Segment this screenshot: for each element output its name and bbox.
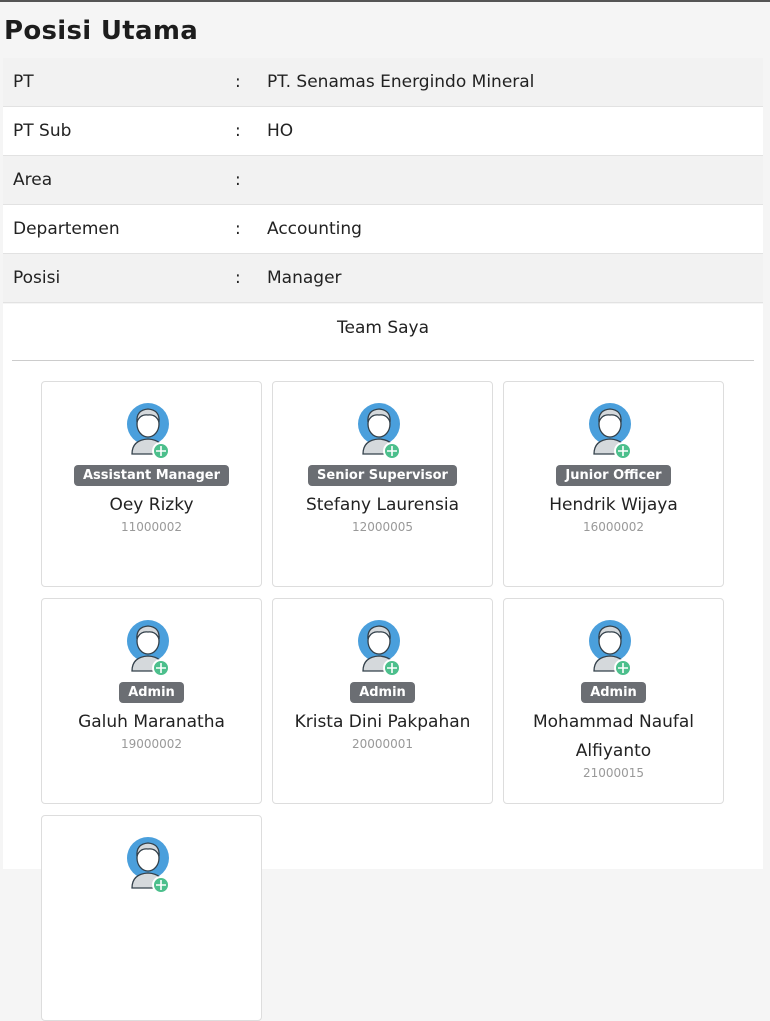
avatar-add-icon: [126, 402, 178, 460]
team-member-card[interactable]: [41, 815, 262, 1021]
info-row: Posisi: Manager: [3, 254, 763, 303]
member-id: 20000001: [351, 737, 414, 751]
role-badge: Admin: [350, 682, 415, 703]
member-id: 19000002: [120, 737, 183, 751]
info-value: PT. Senamas Energindo Mineral: [267, 72, 535, 92]
info-label: PT: [13, 72, 34, 92]
team-member-card[interactable]: Admin Mohammad Naufal Alfiyanto 21000015: [503, 598, 724, 804]
info-value: Manager: [267, 268, 342, 288]
page-title: Posisi Utama: [4, 16, 199, 46]
separator: :: [235, 170, 241, 190]
team-member-card[interactable]: Senior Supervisor Stefany Laurensia 120000…: [272, 381, 493, 587]
member-id: 21000015: [582, 766, 645, 780]
info-label: Departemen: [13, 219, 120, 239]
info-value: HO: [267, 121, 294, 141]
member-name: Galuh Maranatha: [78, 712, 225, 732]
team-member-card[interactable]: Admin Krista Dini Pakpahan 20000001: [272, 598, 493, 804]
separator: :: [235, 219, 241, 239]
separator: :: [235, 72, 241, 92]
info-row: PT Sub: HO: [3, 107, 763, 156]
info-row: Area:: [3, 156, 763, 205]
team-member-card[interactable]: Admin Galuh Maranatha 19000002: [41, 598, 262, 804]
team-title: Team Saya: [12, 304, 754, 361]
member-name: Hendrik Wijaya: [549, 495, 678, 515]
role-badge: Admin: [581, 682, 646, 703]
info-label: Posisi: [13, 268, 61, 288]
role-badge: Junior Officer: [556, 465, 671, 486]
separator: :: [235, 268, 241, 288]
team-member-card[interactable]: Assistant Manager Oey Rizky 11000002: [41, 381, 262, 587]
avatar-add-icon: [357, 402, 409, 460]
member-id: 12000005: [351, 520, 414, 534]
info-table: PT: PT. Senamas Energindo Mineral PT Sub: H…: [3, 58, 763, 303]
info-row: Departemen: Accounting: [3, 205, 763, 254]
member-name: Krista Dini Pakpahan: [294, 712, 471, 732]
avatar-add-icon: [588, 402, 640, 460]
member-name: Stefany Laurensia: [305, 495, 460, 515]
info-label: PT Sub: [13, 121, 72, 141]
role-badge: Admin: [119, 682, 184, 703]
separator: :: [235, 121, 241, 141]
team-grid: Assistant Manager Oey Rizky 11000002 Senior…: [41, 381, 724, 1021]
member-name: Mohammad Naufal Alfiyanto: [532, 712, 695, 761]
info-row: PT: PT. Senamas Energindo Mineral: [3, 58, 763, 107]
member-name: Oey Rizky: [109, 495, 194, 515]
role-badge: Assistant Manager: [74, 465, 229, 486]
avatar-add-icon: [126, 619, 178, 677]
info-label: Area: [13, 170, 53, 190]
avatar-add-icon: [126, 836, 178, 894]
member-id: 11000002: [120, 520, 183, 534]
avatar-add-icon: [588, 619, 640, 677]
role-badge: Senior Supervisor: [308, 465, 457, 486]
info-value: Accounting: [267, 219, 362, 239]
team-member-card[interactable]: Junior Officer Hendrik Wijaya 16000002: [503, 381, 724, 587]
team-section: Team Saya Assistant Manager Oey Rizky 1100…: [3, 304, 763, 1021]
avatar-add-icon: [357, 619, 409, 677]
member-id: 16000002: [582, 520, 645, 534]
